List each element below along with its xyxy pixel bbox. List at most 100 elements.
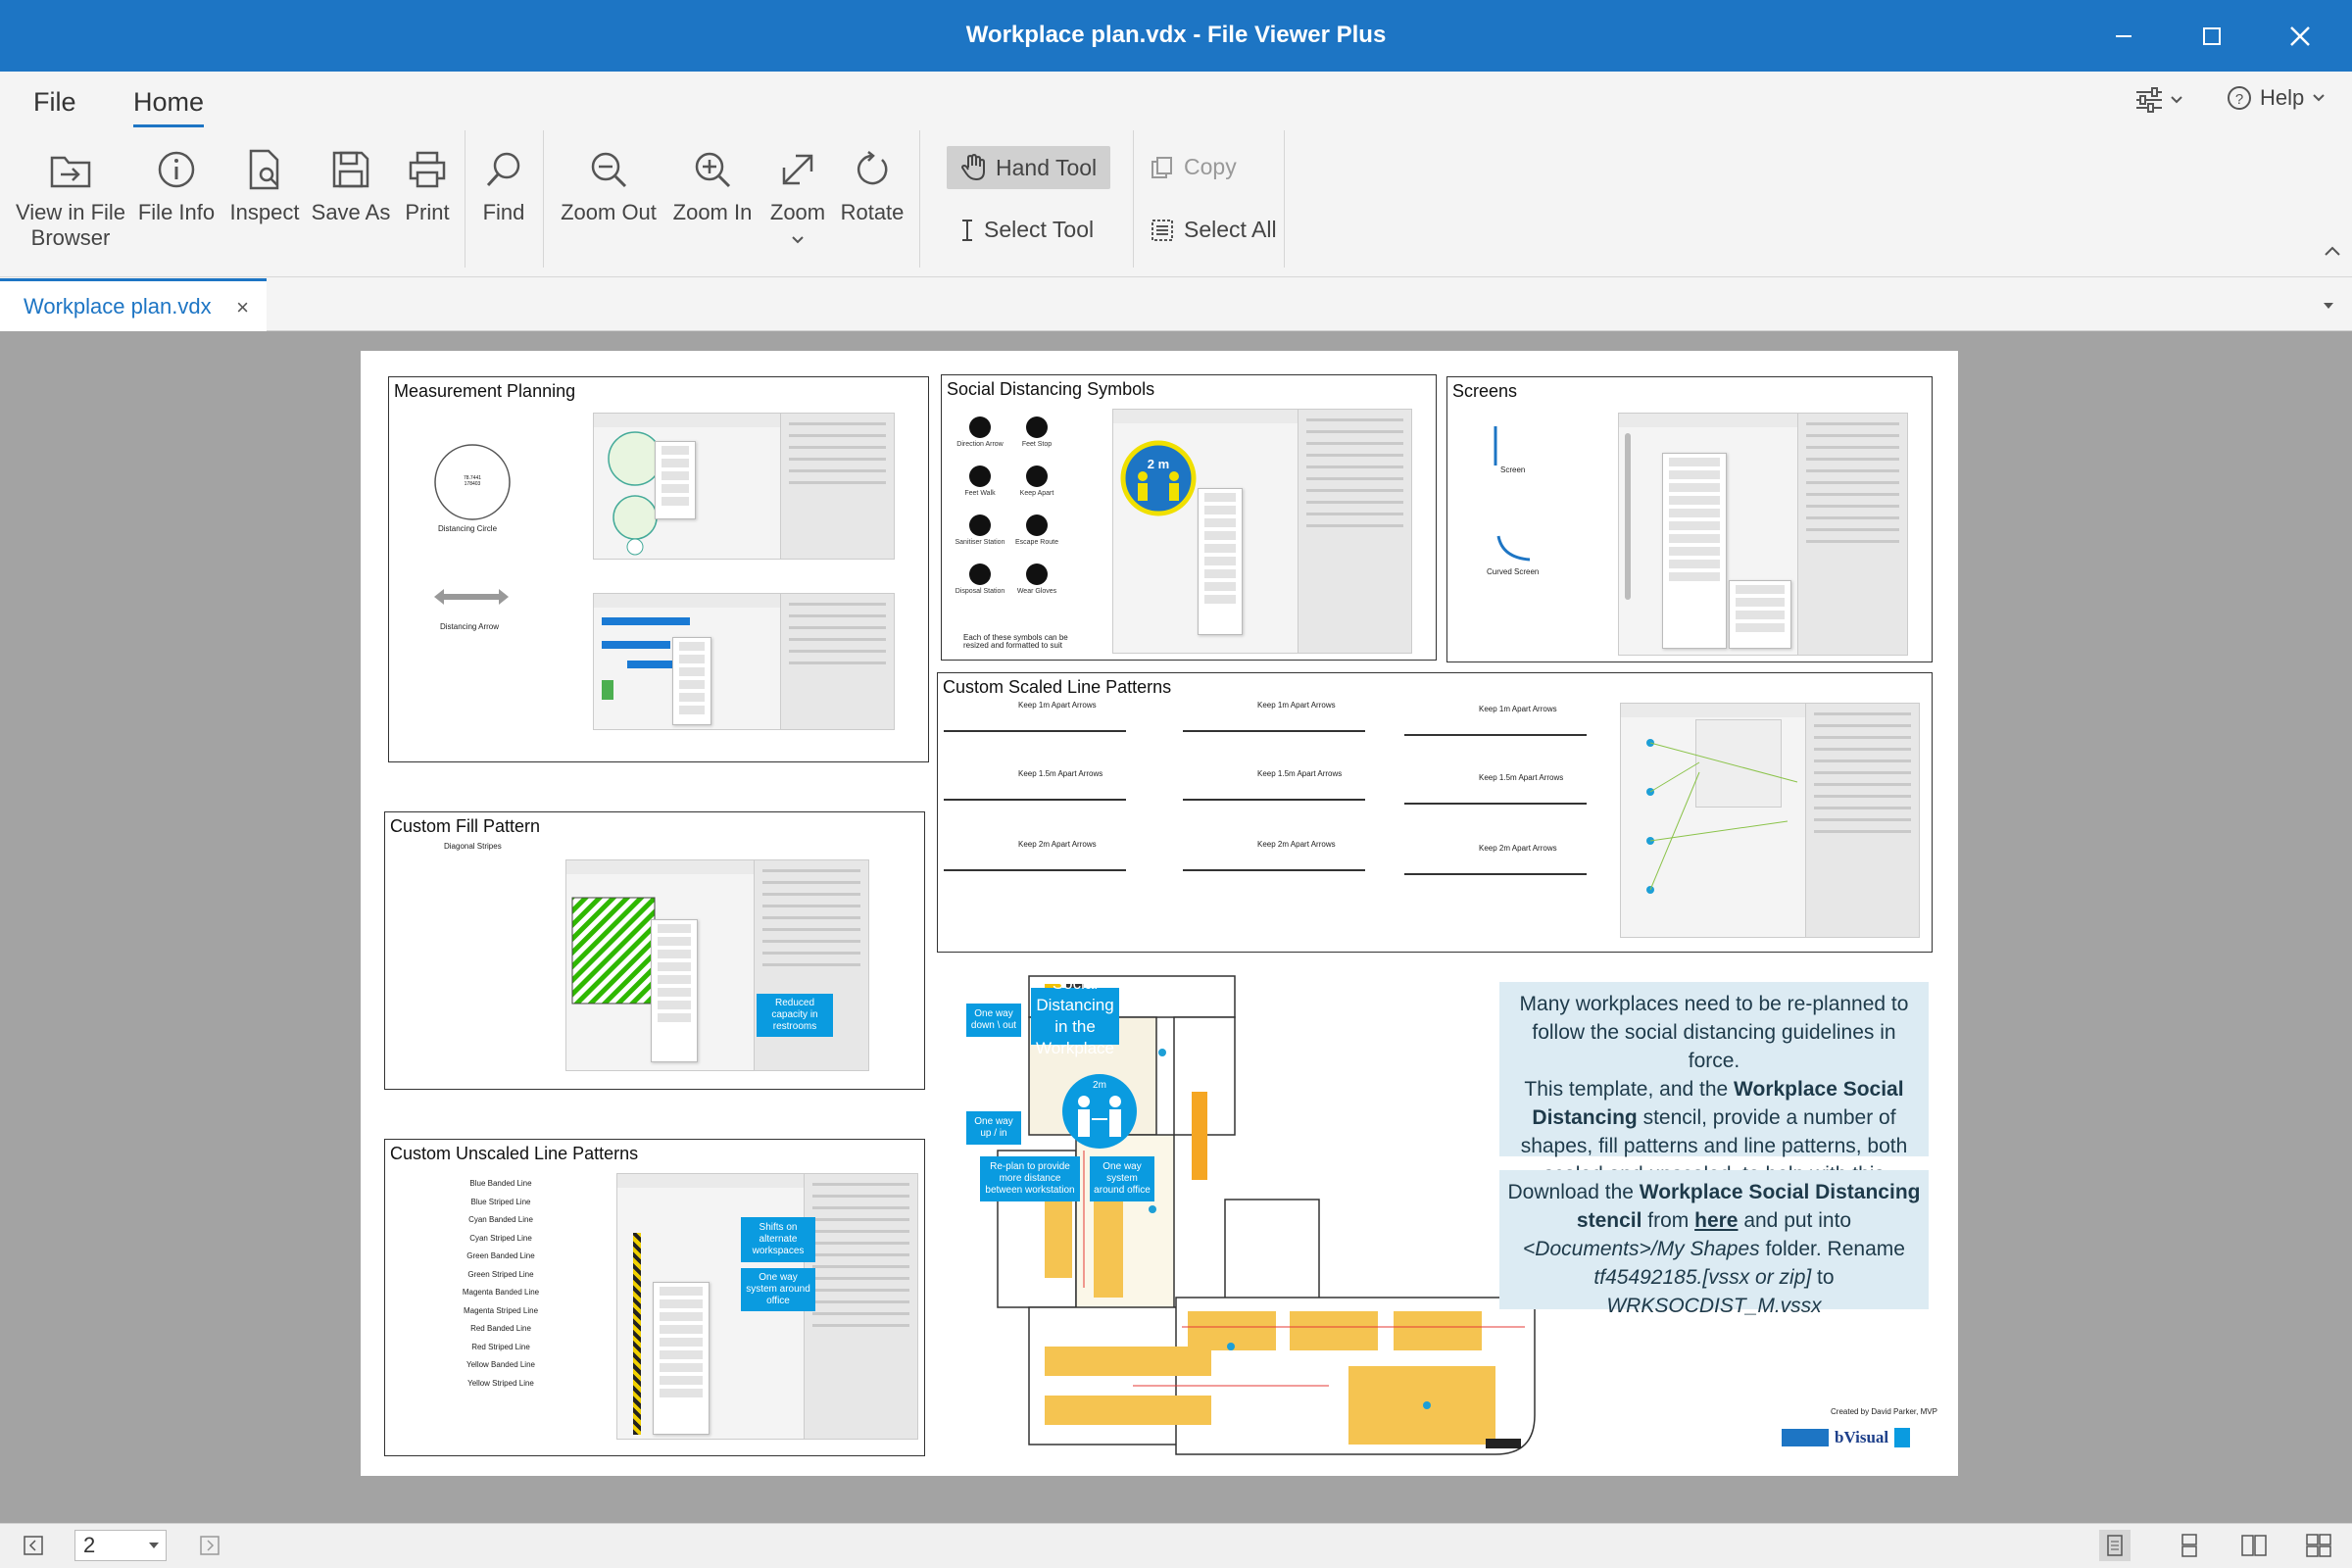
- select-all-label: Select All: [1184, 217, 1277, 242]
- scaled-line-label: Keep 1m Apart Arrows: [1018, 701, 1097, 710]
- symbol-label: Feet Stop: [1021, 441, 1053, 448]
- symbol-item: Keep Apart: [1008, 466, 1065, 497]
- window-title: Workplace plan.vdx - File Viewer Plus: [965, 22, 1387, 48]
- close-tab-icon[interactable]: ×: [236, 295, 249, 320]
- zoom-label: Zoom: [769, 200, 826, 224]
- unscaled-line-label: Green Banded Line: [466, 1251, 535, 1260]
- callout-shifts: Shifts on alternate workspaces: [741, 1217, 815, 1262]
- curved-screen-label: Curved Screen: [1487, 567, 1540, 576]
- screen-shape: [1494, 426, 1497, 466]
- rotate-button[interactable]: Rotate: [837, 145, 907, 225]
- zoom-out-button[interactable]: Zoom Out: [555, 145, 662, 225]
- document-tab[interactable]: Workplace plan.vdx ×: [0, 278, 267, 331]
- inspect-button[interactable]: Inspect: [223, 145, 306, 225]
- print-button[interactable]: Print: [396, 145, 459, 225]
- view-in-file-browser-button[interactable]: View in File Browser: [10, 145, 131, 251]
- unscaled-line-label: Magenta Striped Line: [463, 1305, 539, 1315]
- credit-text: Created by David Parker, MVP: [1831, 1407, 1937, 1416]
- panel-screens: Screens Screen Curved Screen: [1446, 376, 1933, 662]
- people-apart-icon: [1078, 1096, 1121, 1137]
- help-label: Help: [2260, 85, 2305, 110]
- maximize-icon: [2203, 26, 2221, 45]
- minimize-icon: [2116, 34, 2132, 37]
- close-button[interactable]: [2256, 0, 2344, 72]
- tab-home[interactable]: Home: [133, 87, 205, 127]
- unscaled-line-label: Red Banded Line: [470, 1324, 531, 1333]
- close-icon: [2290, 25, 2310, 46]
- screenshot-thumbnail: 2 m: [1112, 409, 1412, 654]
- next-page-icon: [200, 1536, 220, 1555]
- find-label: Find: [482, 200, 525, 224]
- page-number-input[interactable]: 2: [74, 1530, 167, 1561]
- continuous-view-button[interactable]: [2174, 1530, 2205, 1561]
- two-page-view-button[interactable]: [2238, 1530, 2270, 1561]
- symbol-label: Sanitiser Station: [955, 539, 1005, 546]
- scaled-line-sample: [1404, 734, 1587, 736]
- collapse-ribbon-icon[interactable]: [2323, 244, 2342, 258]
- search-icon: [486, 152, 520, 187]
- panel-custom-unscaled-line-patterns: Custom Unscaled Line Patterns Blue Bande…: [384, 1139, 925, 1456]
- logo-mark-icon: [1894, 1428, 1911, 1447]
- symbol-icon: [1026, 416, 1048, 438]
- unscaled-line-label: Yellow Banded Line: [466, 1360, 535, 1369]
- inspect-icon: [249, 149, 279, 190]
- minimize-button[interactable]: [2080, 0, 2168, 72]
- symbol-label: Escape Route: [1015, 539, 1058, 546]
- status-bar: 2: [0, 1523, 2352, 1568]
- callout-one-way-up: One way up / in: [966, 1111, 1021, 1145]
- text-cursor-icon: [962, 219, 972, 241]
- find-button[interactable]: Find: [474, 145, 533, 225]
- single-page-view-button[interactable]: [2099, 1530, 2131, 1561]
- zoom-in-button[interactable]: Zoom In: [668, 145, 757, 225]
- chevron-down-icon: [2171, 96, 2182, 104]
- screenshot-thumbnail: [1620, 703, 1920, 938]
- help-button[interactable]: ? Help: [2227, 85, 2326, 111]
- screenshot-thumbnail: [593, 413, 895, 560]
- bvisual-logo: bVisual: [1782, 1425, 1919, 1450]
- scaled-line-label: Keep 2m Apart Arrows: [1257, 840, 1336, 849]
- document-tab-label: Workplace plan.vdx: [24, 293, 212, 318]
- panel-title: Screens: [1452, 381, 1518, 401]
- next-page-button[interactable]: [194, 1530, 225, 1561]
- ribbon: File Home ? Help View in File Browser Fi…: [0, 72, 2352, 277]
- document-viewport[interactable]: Measurement Planning 78.7441 178403 Dist…: [0, 331, 2352, 1523]
- file-info-button[interactable]: File Info: [133, 145, 220, 225]
- page-number-value: 2: [83, 1533, 96, 1557]
- select-tool-button[interactable]: Select Tool: [960, 217, 1094, 243]
- scaled-line-sample: [1404, 873, 1587, 875]
- ribbon-separator: [919, 130, 920, 268]
- keep-2m-apart-badge: 2m: [1062, 1074, 1137, 1149]
- two-page-continuous-view-button[interactable]: [2303, 1530, 2334, 1561]
- save-as-button[interactable]: Save As: [308, 145, 394, 225]
- title-bar: Workplace plan.vdx - File Viewer Plus: [0, 0, 2352, 72]
- rotate-icon: [857, 151, 888, 185]
- symbols-note: Each of these symbols can be resized and…: [963, 633, 1068, 650]
- callout-one-way-down: One way down \ out: [966, 1004, 1021, 1037]
- symbol-label: Keep Apart: [1019, 490, 1054, 497]
- distancing-circle-label: Distancing Circle: [438, 524, 498, 533]
- ribbon-separator: [543, 130, 544, 268]
- tab-file[interactable]: File: [33, 87, 76, 118]
- copy-button[interactable]: Copy: [1151, 154, 1237, 180]
- unscaled-line-label: Red Striped Line: [471, 1342, 530, 1351]
- scaled-line-sample: [944, 799, 1126, 801]
- unscaled-line-label: Blue Banded Line: [469, 1179, 532, 1188]
- hand-tool-button[interactable]: Hand Tool: [947, 146, 1111, 189]
- maximize-button[interactable]: [2168, 0, 2256, 72]
- ribbon-options-button[interactable]: [2134, 87, 2183, 113]
- tab-list-dropdown-icon[interactable]: [2321, 300, 2336, 312]
- ribbon-separator: [1284, 130, 1285, 268]
- panel-title: Social Distancing Symbols: [947, 379, 1155, 399]
- download-here-link[interactable]: here: [1694, 1209, 1738, 1232]
- select-all-button[interactable]: Select All: [1151, 217, 1277, 243]
- view-in-file-line2: Browser: [30, 225, 111, 250]
- unscaled-line-label: Yellow Striped Line: [467, 1378, 534, 1388]
- previous-page-button[interactable]: [18, 1530, 49, 1561]
- symbol-icon: [1026, 466, 1048, 487]
- zoom-button[interactable]: Zoom: [762, 145, 833, 251]
- symbol-icon: [969, 564, 991, 585]
- symbol-item: Feet Stop: [1008, 416, 1065, 448]
- unscaled-line-label: Green Striped Line: [467, 1269, 534, 1279]
- info-icon: [158, 151, 195, 188]
- zoom-in-icon: [695, 152, 731, 188]
